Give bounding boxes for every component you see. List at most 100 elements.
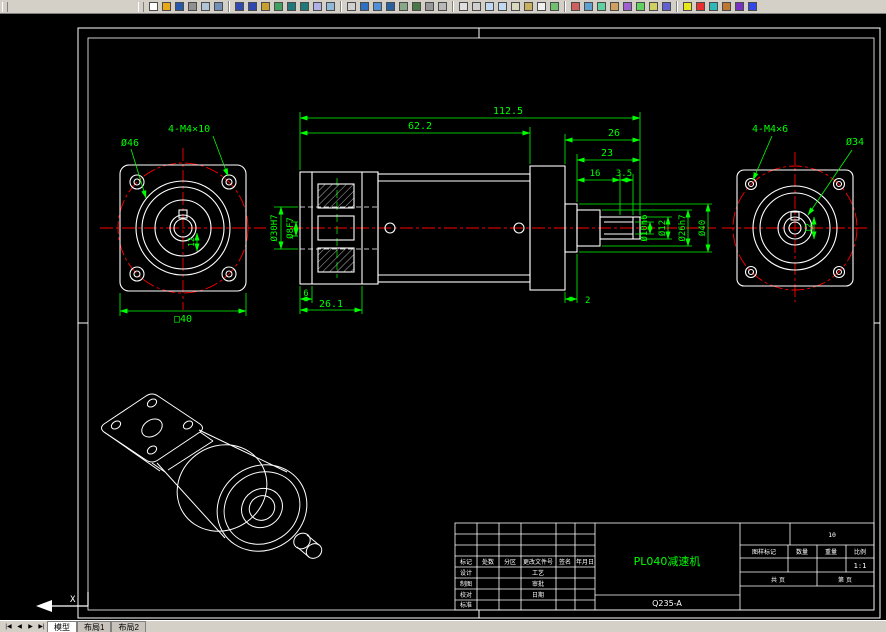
- pan-icon[interactable]: [345, 1, 358, 13]
- design-center-icon[interactable]: [720, 1, 733, 13]
- rotate-icon[interactable]: [595, 1, 608, 13]
- polyline-icon[interactable]: [470, 1, 483, 13]
- tb-top-number: 10: [828, 531, 836, 539]
- tab-nav-next-icon[interactable]: ▶: [25, 622, 36, 632]
- dim-261-label: 26.1: [319, 299, 343, 310]
- toolbar: [0, 0, 886, 14]
- tb-right-weight: 重量: [825, 548, 837, 556]
- match-properties-icon[interactable]: [272, 1, 285, 13]
- zoom-previous-icon[interactable]: [384, 1, 397, 13]
- find-icon[interactable]: [311, 1, 324, 13]
- tb-sheet-no: 第 页: [838, 576, 852, 584]
- properties-icon[interactable]: [707, 1, 720, 13]
- redo-icon[interactable]: [298, 1, 311, 13]
- rear-centerlines: [722, 152, 868, 302]
- ucs-x-label: X: [70, 595, 76, 605]
- trim-icon[interactable]: [621, 1, 634, 13]
- offset-icon[interactable]: [647, 1, 660, 13]
- dim-16-label: 16: [590, 169, 601, 179]
- dim-d40-label: Ø40: [697, 220, 708, 236]
- drawing-canvas[interactable]: Ø46 4-M4×10 □40 12 112.5 62.2 26 23 16 3…: [0, 14, 886, 620]
- move-icon[interactable]: [582, 1, 595, 13]
- toolbar-group-2: [233, 1, 337, 13]
- toolbar-dock-handle[interactable]: [2, 1, 8, 12]
- publish-icon[interactable]: [212, 1, 225, 13]
- tb-row-process: 工艺: [532, 569, 544, 577]
- dim-m4x10-label: 4-M4×10: [168, 124, 210, 135]
- layers-icon[interactable]: [681, 1, 694, 13]
- tab-layout2[interactable]: 布局2: [111, 621, 146, 632]
- mirror-icon[interactable]: [660, 1, 673, 13]
- dim-6-label: 6: [303, 289, 308, 299]
- dim-d10h6-label: Ø10h6: [639, 214, 650, 241]
- zoom-realtime-icon[interactable]: [358, 1, 371, 13]
- hatch-icon[interactable]: [522, 1, 535, 13]
- text-icon[interactable]: [535, 1, 548, 13]
- orbit-3d-icon[interactable]: [410, 1, 423, 13]
- undo-icon[interactable]: [285, 1, 298, 13]
- dim-rear-12-label: 12: [804, 223, 813, 233]
- layer-color-icon[interactable]: [694, 1, 707, 13]
- rectangle-icon[interactable]: [509, 1, 522, 13]
- help-icon[interactable]: [746, 1, 759, 13]
- regen-icon[interactable]: [423, 1, 436, 13]
- tb-row-approve: 审批: [532, 580, 544, 588]
- tb-material: Q235-A: [652, 599, 682, 608]
- plot-icon[interactable]: [186, 1, 199, 13]
- save-icon[interactable]: [173, 1, 186, 13]
- dim-26-label: 26: [608, 128, 620, 139]
- toolbar-drag-handle[interactable]: [138, 1, 144, 12]
- copy-icon[interactable]: [246, 1, 259, 13]
- toolbar-group-3: [345, 1, 449, 13]
- tb-part-name: PL040减速机: [634, 554, 701, 568]
- ucs-x-arrow: [36, 600, 52, 612]
- toolbar-icons: [147, 1, 759, 13]
- tb-row-design: 设计: [460, 569, 472, 577]
- arc-icon[interactable]: [496, 1, 509, 13]
- toolbar-separator: [676, 1, 678, 12]
- tb-header-sign: 签名: [559, 558, 571, 566]
- toolbar-separator: [228, 1, 230, 12]
- toolbar-separator: [340, 1, 342, 12]
- side-view: 112.5 62.2 26 23 16 3.5 Ø30H7 Ø8F7 6 26.…: [269, 106, 716, 314]
- tb-row-draw: 制图: [460, 580, 472, 588]
- tab-model[interactable]: 模型: [47, 621, 77, 632]
- toolbar-group-4: [457, 1, 561, 13]
- canvas-area[interactable]: Ø46 4-M4×10 □40 12 112.5 62.2 26 23 16 3…: [0, 14, 886, 620]
- toolbar-separator: [452, 1, 454, 12]
- redraw-icon[interactable]: [436, 1, 449, 13]
- title-block: 标记 处数 分区 更改文件号 签名 年月日 设计 制图 校对 标准 工艺 审批 …: [454, 522, 875, 611]
- paste-icon[interactable]: [259, 1, 272, 13]
- toolbar-separator: [564, 1, 566, 12]
- dim-front-12-label: 12: [187, 237, 196, 247]
- tab-layout1[interactable]: 布局1: [77, 621, 112, 632]
- line-icon[interactable]: [457, 1, 470, 13]
- tab-nav-prev-icon[interactable]: ◀: [14, 622, 25, 632]
- tb-row-check: 校对: [460, 591, 472, 599]
- dim-m4x6-label: 4-M4×6: [752, 124, 788, 135]
- tab-nav-first-icon[interactable]: |◀: [3, 622, 14, 632]
- tb-header-mark: 标记: [460, 558, 472, 566]
- dim-d12-label: Ø12: [657, 220, 668, 236]
- circle-icon[interactable]: [483, 1, 496, 13]
- dim-d30h7-label: Ø30H7: [269, 214, 280, 241]
- front-view: Ø46 4-M4×10 □40 12: [100, 124, 266, 325]
- open-icon[interactable]: [160, 1, 173, 13]
- tool-palettes-icon[interactable]: [733, 1, 746, 13]
- toolbar-group-5: [569, 1, 673, 13]
- extend-icon[interactable]: [634, 1, 647, 13]
- dimension-icon[interactable]: [548, 1, 561, 13]
- dim-2-label: 2: [585, 296, 590, 306]
- cut-icon[interactable]: [233, 1, 246, 13]
- new-icon[interactable]: [147, 1, 160, 13]
- spell-icon[interactable]: [324, 1, 337, 13]
- scale-icon[interactable]: [608, 1, 621, 13]
- named-views-icon[interactable]: [397, 1, 410, 13]
- erase-icon[interactable]: [569, 1, 582, 13]
- dim-d34-label: Ø34: [846, 136, 864, 148]
- zoom-window-icon[interactable]: [371, 1, 384, 13]
- plot-preview-icon[interactable]: [199, 1, 212, 13]
- tab-nav-last-icon[interactable]: ▶|: [36, 622, 47, 632]
- dim-23-label: 23: [601, 148, 613, 159]
